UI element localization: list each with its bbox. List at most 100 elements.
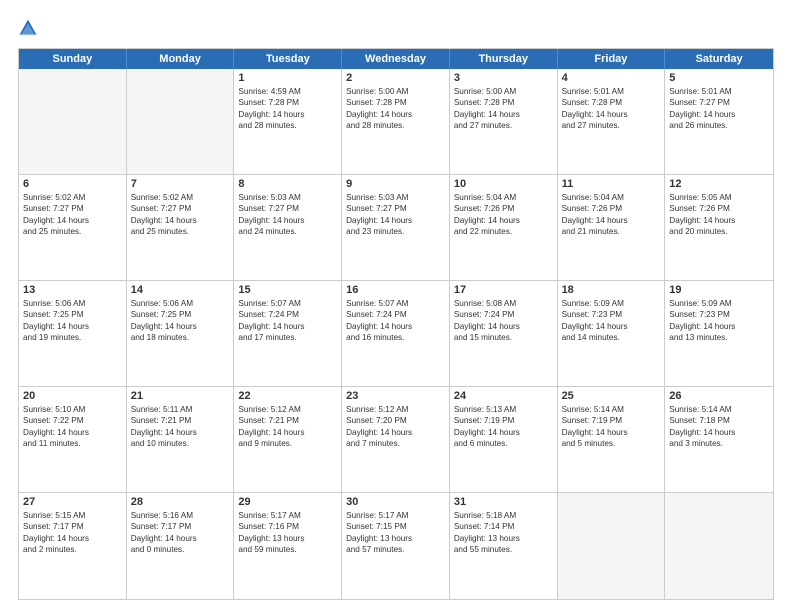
cell-line-2: Daylight: 13 hours — [346, 533, 445, 544]
calendar-cell-32: 31 Sunrise: 5:18 AMSunset: 7:14 PMDayligh… — [450, 493, 558, 599]
weekday-header-thursday: Thursday — [450, 49, 558, 69]
cell-line-3: and 27 minutes. — [562, 120, 661, 131]
calendar-cell-6: 5Sunrise: 5:01 AMSunset: 7:27 PMDaylight… — [665, 69, 773, 174]
cell-line-3: and 23 minutes. — [346, 226, 445, 237]
day-number: 22 — [238, 390, 337, 402]
cell-line-0: Sunrise: 5:07 AM — [346, 298, 445, 309]
day-number: 31 — [454, 496, 553, 508]
day-number: 3 — [454, 72, 553, 84]
cell-line-1: Sunset: 7:28 PM — [454, 97, 553, 108]
cell-line-1: Sunset: 7:27 PM — [238, 203, 337, 214]
cell-line-2: Daylight: 14 hours — [562, 215, 661, 226]
cell-line-1: Sunset: 7:24 PM — [238, 309, 337, 320]
cell-line-3: and 13 minutes. — [669, 332, 769, 343]
cell-line-0: Sunrise: 5:17 AM — [346, 510, 445, 521]
cell-line-3: and 27 minutes. — [454, 120, 553, 131]
cell-line-1: Sunset: 7:25 PM — [131, 309, 230, 320]
day-number: 21 — [131, 390, 230, 402]
cell-line-1: Sunset: 7:24 PM — [346, 309, 445, 320]
cell-line-1: Sunset: 7:16 PM — [238, 521, 337, 532]
cell-line-0: Sunrise: 5:06 AM — [23, 298, 122, 309]
cell-line-0: Sunrise: 5:03 AM — [238, 192, 337, 203]
cell-line-0: Sunrise: 5:00 AM — [454, 86, 553, 97]
cell-line-1: Sunset: 7:21 PM — [238, 415, 337, 426]
day-number: 28 — [131, 496, 230, 508]
cell-line-0: Sunrise: 5:17 AM — [238, 510, 337, 521]
cell-line-0: Sunrise: 5:05 AM — [669, 192, 769, 203]
cell-line-2: Daylight: 13 hours — [454, 533, 553, 544]
calendar-week-1: 1Sunrise: 4:59 AMSunset: 7:28 PMDaylight… — [19, 69, 773, 175]
cell-line-1: Sunset: 7:17 PM — [131, 521, 230, 532]
calendar-cell-25: 24Sunrise: 5:13 AMSunset: 7:19 PMDayligh… — [450, 387, 558, 492]
cell-line-3: and 18 minutes. — [131, 332, 230, 343]
calendar-cell-14: 13Sunrise: 5:06 AMSunset: 7:25 PMDayligh… — [19, 281, 127, 386]
cell-line-3: and 15 minutes. — [454, 332, 553, 343]
cell-line-0: Sunrise: 5:14 AM — [669, 404, 769, 415]
cell-line-2: Daylight: 14 hours — [562, 321, 661, 332]
cell-line-1: Sunset: 7:14 PM — [454, 521, 553, 532]
cell-line-2: Daylight: 14 hours — [562, 427, 661, 438]
calendar-cell-19: 18Sunrise: 5:09 AMSunset: 7:23 PMDayligh… — [558, 281, 666, 386]
cell-line-0: Sunrise: 5:13 AM — [454, 404, 553, 415]
cell-line-1: Sunset: 7:23 PM — [562, 309, 661, 320]
cell-line-2: Daylight: 13 hours — [238, 533, 337, 544]
cell-line-3: and 19 minutes. — [23, 332, 122, 343]
calendar-cell-21: 20Sunrise: 5:10 AMSunset: 7:22 PMDayligh… — [19, 387, 127, 492]
cell-line-2: Daylight: 14 hours — [346, 109, 445, 120]
cell-line-0: Sunrise: 5:11 AM — [131, 404, 230, 415]
calendar-cell-1 — [127, 69, 235, 174]
cell-line-0: Sunrise: 5:10 AM — [23, 404, 122, 415]
cell-line-3: and 7 minutes. — [346, 438, 445, 449]
cell-line-2: Daylight: 14 hours — [23, 427, 122, 438]
day-number: 9 — [346, 178, 445, 190]
calendar-cell-8: 7Sunrise: 5:02 AMSunset: 7:27 PMDaylight… — [127, 175, 235, 280]
cell-line-2: Daylight: 14 hours — [23, 321, 122, 332]
cell-line-3: and 24 minutes. — [238, 226, 337, 237]
cell-line-0: Sunrise: 5:12 AM — [238, 404, 337, 415]
day-number: 23 — [346, 390, 445, 402]
day-number: 2 — [346, 72, 445, 84]
calendar-cell-0 — [19, 69, 127, 174]
cell-line-1: Sunset: 7:26 PM — [454, 203, 553, 214]
cell-line-2: Daylight: 14 hours — [562, 109, 661, 120]
cell-line-1: Sunset: 7:24 PM — [454, 309, 553, 320]
logo — [18, 18, 42, 38]
cell-line-2: Daylight: 14 hours — [346, 427, 445, 438]
day-number: 15 — [238, 284, 337, 296]
cell-line-1: Sunset: 7:19 PM — [454, 415, 553, 426]
calendar-cell-17: 16Sunrise: 5:07 AMSunset: 7:24 PMDayligh… — [342, 281, 450, 386]
day-number: 7 — [131, 178, 230, 190]
weekday-header-friday: Friday — [558, 49, 666, 69]
cell-line-2: Daylight: 14 hours — [669, 321, 769, 332]
cell-line-1: Sunset: 7:28 PM — [346, 97, 445, 108]
cell-line-0: Sunrise: 5:01 AM — [562, 86, 661, 97]
cell-line-0: Sunrise: 5:00 AM — [346, 86, 445, 97]
cell-line-3: and 57 minutes. — [346, 544, 445, 555]
cell-line-0: Sunrise: 5:18 AM — [454, 510, 553, 521]
calendar-body: 1Sunrise: 4:59 AMSunset: 7:28 PMDaylight… — [19, 69, 773, 599]
day-number: 13 — [23, 284, 122, 296]
cell-line-3: and 28 minutes. — [346, 120, 445, 131]
cell-line-3: and 59 minutes. — [238, 544, 337, 555]
cell-line-2: Daylight: 14 hours — [238, 215, 337, 226]
cell-line-0: Sunrise: 5:14 AM — [562, 404, 661, 415]
cell-line-3: and 10 minutes. — [131, 438, 230, 449]
day-number: 5 — [669, 72, 769, 84]
day-number: 1 — [238, 72, 337, 84]
cell-line-2: Daylight: 14 hours — [669, 427, 769, 438]
cell-line-0: Sunrise: 5:02 AM — [131, 192, 230, 203]
weekday-header-sunday: Sunday — [19, 49, 127, 69]
cell-line-2: Daylight: 14 hours — [454, 321, 553, 332]
calendar-cell-18: 17Sunrise: 5:08 AMSunset: 7:24 PMDayligh… — [450, 281, 558, 386]
cell-line-3: and 6 minutes. — [454, 438, 553, 449]
cell-line-1: Sunset: 7:19 PM — [562, 415, 661, 426]
cell-line-0: Sunrise: 5:07 AM — [238, 298, 337, 309]
weekday-header-tuesday: Tuesday — [234, 49, 342, 69]
day-number: 20 — [23, 390, 122, 402]
cell-line-3: and 0 minutes. — [131, 544, 230, 555]
calendar-cell-13: 12Sunrise: 5:05 AMSunset: 7:26 PMDayligh… — [665, 175, 773, 280]
cell-line-1: Sunset: 7:23 PM — [669, 309, 769, 320]
cell-line-1: Sunset: 7:20 PM — [346, 415, 445, 426]
calendar-cell-22: 21Sunrise: 5:11 AMSunset: 7:21 PMDayligh… — [127, 387, 235, 492]
cell-line-0: Sunrise: 5:03 AM — [346, 192, 445, 203]
